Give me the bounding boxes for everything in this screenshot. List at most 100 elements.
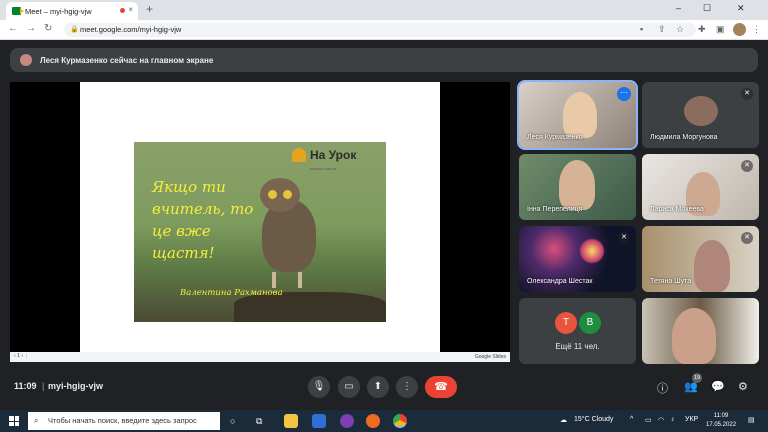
owl-eye xyxy=(268,190,277,199)
taskbar-clock[interactable]: 11:09 17.05.2022 xyxy=(706,412,736,430)
tab-close-icon[interactable]: × xyxy=(128,5,133,14)
browser-tab-bar: Meet – myi-hgig-vjw × + – ☐ ✕ xyxy=(0,0,768,20)
share-icon[interactable]: ⇪ xyxy=(658,24,666,35)
close-window-button[interactable]: ✕ xyxy=(737,3,745,14)
taskbar-date: 17.05.2022 xyxy=(706,422,737,428)
naurok-logo: На Урок xyxy=(292,148,356,162)
participant-name: Леся Курмазенко xyxy=(527,134,583,141)
meet-favicon-icon xyxy=(12,7,24,15)
chevron-up-icon[interactable]: ^ xyxy=(630,416,633,423)
windows-taskbar: ⌕ Чтобы начать поиск, введите здесь запр… xyxy=(0,410,768,432)
participant-tile[interactable]: ⋯ Леся Курмазенко xyxy=(517,80,638,150)
bookmark-star-icon[interactable]: ☆ xyxy=(676,24,684,35)
mic-off-icon: ✕ xyxy=(741,232,753,244)
cortana-icon[interactable]: ○ xyxy=(230,416,235,426)
maximize-button[interactable]: ☐ xyxy=(703,3,711,14)
participant-video xyxy=(559,160,595,210)
participant-tile[interactable]: ✕ Тетяна Шута xyxy=(642,226,759,292)
logo-subtext: naurok.com.ua xyxy=(310,166,337,171)
extensions-puzzle-icon[interactable]: ✚ xyxy=(698,24,706,35)
taskbar-search-input[interactable]: ⌕ Чтобы начать поиск, введите здесь запр… xyxy=(28,412,220,430)
side-panel-icon[interactable]: ▣ xyxy=(716,24,725,35)
participant-tile[interactable] xyxy=(642,298,759,364)
participant-video xyxy=(694,240,730,292)
participants-count-badge: 19 xyxy=(692,373,702,383)
notifications-icon[interactable]: ▤ xyxy=(748,416,755,424)
slides-footer: ‹ 1 › ⋮ Google Slides xyxy=(10,352,510,362)
participant-tile[interactable]: ✕ Олександра Шестак xyxy=(519,226,636,292)
camera-icon[interactable]: ▪ xyxy=(640,24,643,34)
participant-name: Лариса Мокеева xyxy=(650,206,704,213)
participant-tile[interactable]: ✕ Лариса Мокеева xyxy=(642,154,759,220)
owl-leg xyxy=(272,272,276,288)
wifi-icon[interactable]: ◠ xyxy=(658,416,664,424)
info-icon[interactable]: ⓘ xyxy=(657,380,668,396)
store-icon[interactable] xyxy=(312,414,326,428)
forward-arrow-icon[interactable]: → xyxy=(26,23,36,34)
participant-video xyxy=(563,92,597,138)
owl-eye xyxy=(283,190,292,199)
task-view-icon[interactable]: ⧉ xyxy=(256,416,262,427)
owl-image xyxy=(254,178,324,288)
banner-text: Леся Курмазенко сейчас на главном экране xyxy=(40,55,214,65)
firefox-icon[interactable] xyxy=(366,414,380,428)
slide: На Урок naurok.com.ua Якщо ти вчитель, т… xyxy=(80,82,440,352)
others-tile[interactable]: Т В Ещё 11 чел. xyxy=(519,298,636,364)
new-tab-button[interactable]: + xyxy=(146,2,153,16)
menu-dots-icon[interactable]: ⋮ xyxy=(752,24,761,35)
recording-dot-icon xyxy=(120,8,125,13)
more-options-icon[interactable]: ⋯ xyxy=(617,87,631,101)
participant-name: Інна Перепелиця xyxy=(527,206,583,213)
participant-tile[interactable]: ✕ Людмила Моргунова xyxy=(642,82,759,148)
url-text: meet.google.com/myi-hgig-vjw xyxy=(80,25,182,34)
slide-quote: Якщо ти вчитель, то це вже щастя! xyxy=(152,178,254,262)
owl-body xyxy=(262,200,316,272)
divider: | xyxy=(42,381,45,391)
participant-name: Людмила Моргунова xyxy=(650,134,718,141)
profile-avatar[interactable] xyxy=(733,23,746,36)
slide-pager[interactable]: ‹ 1 › ⋮ xyxy=(14,353,29,359)
viber-icon[interactable] xyxy=(340,414,354,428)
call-controls-bar: 11:09 | myi-hgig-vjw 🎙 ▭ ⬆ ⋮ ☎ ⓘ 👥 💬 ⚙ xyxy=(0,372,768,402)
present-screen-icon[interactable]: ⬆ xyxy=(367,376,389,398)
hang-up-button[interactable]: ☎ xyxy=(425,376,457,398)
windows-start-icon[interactable] xyxy=(9,416,19,426)
owl-photo: На Урок naurok.com.ua Якщо ти вчитель, т… xyxy=(134,142,386,322)
microphone-icon[interactable]: 🎙 xyxy=(308,376,330,398)
weather-icon: ☁ xyxy=(560,417,567,424)
more-options-icon[interactable]: ⋮ xyxy=(396,376,418,398)
avatar-initial: Т xyxy=(555,312,577,334)
tab-title: Meet – myi-hgig-vjw xyxy=(25,6,92,16)
address-bar[interactable]: 🔒 meet.google.com/myi-hgig-vjw xyxy=(64,23,696,37)
logo-text: На Урок xyxy=(310,148,357,162)
camera-toggle-icon[interactable]: ▭ xyxy=(338,376,360,398)
activities-icon[interactable]: ⚙ xyxy=(738,380,748,393)
participant-name: Тетяна Шута xyxy=(650,278,692,285)
network-icon[interactable]: ▭ xyxy=(645,416,652,424)
presentation-stage: На Урок naurok.com.ua Якщо ти вчитель, т… xyxy=(10,82,510,352)
participant-video xyxy=(672,308,716,364)
mic-off-icon: ✕ xyxy=(741,88,753,100)
reload-icon[interactable]: ↻ xyxy=(44,23,52,34)
chat-icon[interactable]: 💬 xyxy=(711,380,725,393)
browser-toolbar: ← → ↻ 🔒 meet.google.com/myi-hgig-vjw ▪ ⇪… xyxy=(0,20,768,40)
search-icon: ⌕ xyxy=(34,416,39,425)
language-indicator[interactable]: УКР xyxy=(685,416,698,423)
volume-icon[interactable]: ♪ xyxy=(671,416,675,423)
others-count-label: Ещё 11 чел. xyxy=(555,342,600,351)
file-explorer-icon[interactable] xyxy=(284,414,298,428)
participant-tile[interactable]: Інна Перепелиця xyxy=(519,154,636,220)
back-arrow-icon[interactable]: ← xyxy=(8,23,18,34)
search-placeholder: Чтобы начать поиск, введите здесь запрос xyxy=(48,416,197,425)
mic-off-icon: ✕ xyxy=(618,232,630,244)
fireworks-image xyxy=(579,238,605,264)
minimize-button[interactable]: – xyxy=(676,3,681,13)
chrome-icon[interactable] xyxy=(393,414,407,428)
meeting-code: myi-hgig-vjw xyxy=(48,381,104,391)
meeting-time: 11:09 xyxy=(14,381,37,391)
weather-text[interactable]: 15°C Cloudy xyxy=(574,416,613,423)
owl-leg xyxy=(298,272,302,288)
participant-avatar xyxy=(684,96,718,126)
avatar-initial: В xyxy=(579,312,601,334)
browser-tab-meet[interactable]: Meet – myi-hgig-vjw × xyxy=(6,2,138,20)
